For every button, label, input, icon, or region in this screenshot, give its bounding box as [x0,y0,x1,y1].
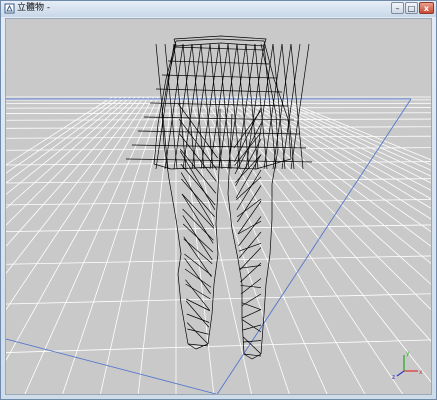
close-button[interactable]: x [419,2,434,14]
axis-z-line [396,370,405,377]
3d-viewport[interactable]: x y z [5,18,432,395]
scene-canvas[interactable]: x y z [6,19,432,395]
window-controls: – □ x [391,2,434,16]
axis-y-label: y [406,350,410,357]
window-title: 立體物 - [17,3,51,13]
axis-x-label: x [419,369,423,376]
title-bar[interactable]: 立體物 - – □ x [1,1,436,17]
app-window: 立體物 - – □ x x y z [0,0,437,400]
axis-z-label: z [392,374,395,381]
app-icon [4,3,15,14]
ground-grid [6,96,431,394]
maximize-button[interactable]: □ [405,2,418,14]
wireframe-mesh [125,35,313,360]
minimize-button[interactable]: – [391,2,404,14]
